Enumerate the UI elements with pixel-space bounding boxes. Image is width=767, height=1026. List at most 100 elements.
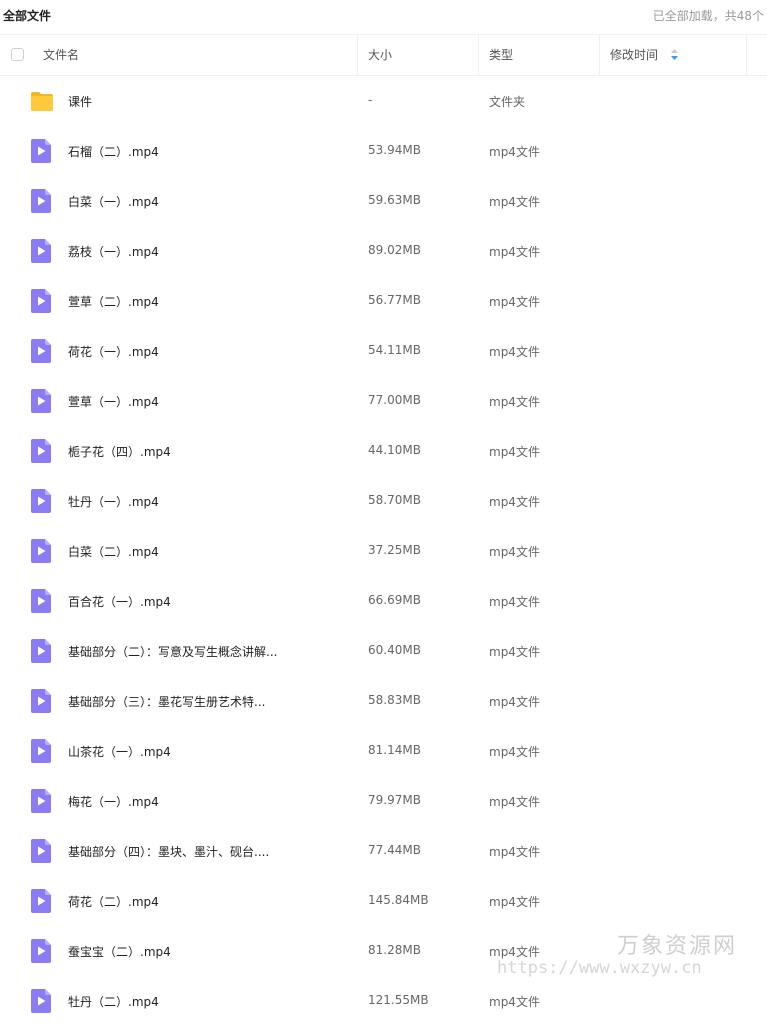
file-size: 81.28MB [368,943,421,957]
video-file-icon [31,839,53,863]
file-name[interactable]: 萱草（一）.mp4 [68,393,159,410]
file-type: mp4文件 [489,945,540,959]
file-type: mp4文件 [489,395,540,409]
file-size: 145.84MB [368,893,429,907]
file-name[interactable]: 百合花（一）.mp4 [68,593,171,610]
column-divider[interactable] [599,35,600,75]
file-name[interactable]: 萱草（二）.mp4 [68,293,159,310]
file-row[interactable]: 白菜（一）.mp4 59.63MB mp4文件 [0,176,767,226]
video-file-icon [31,889,53,913]
file-row[interactable]: 荷花（一）.mp4 54.11MB mp4文件 [0,326,767,376]
column-header-size[interactable]: 大小 [368,35,478,75]
file-size: 121.55MB [368,993,429,1007]
file-size: 58.83MB [368,693,421,707]
file-name[interactable]: 白菜（二）.mp4 [68,543,159,560]
file-row[interactable]: 萱草（二）.mp4 56.77MB mp4文件 [0,276,767,326]
file-size: - [368,93,373,107]
file-row[interactable]: 荷花（二）.mp4 145.84MB mp4文件 [0,876,767,926]
file-size: 54.11MB [368,343,421,357]
load-status-text: 已全部加载，共48个 [652,9,764,23]
file-type: mp4文件 [489,245,540,259]
file-size: 58.70MB [368,493,421,507]
file-name[interactable]: 基础部分（二）：写意及写生概念讲解... [68,643,277,660]
file-type: mp4文件 [489,495,540,509]
file-row[interactable]: 荔枝（一）.mp4 89.02MB mp4文件 [0,226,767,276]
file-size: 59.63MB [368,193,421,207]
file-name[interactable]: 栀子花（四）.mp4 [68,443,171,460]
file-size: 53.94MB [368,143,421,157]
column-divider[interactable] [746,35,747,75]
file-name[interactable]: 牡丹（一）.mp4 [68,493,159,510]
column-divider[interactable] [357,35,358,75]
file-row[interactable]: 牡丹（一）.mp4 58.70MB mp4文件 [0,476,767,526]
file-size: 60.40MB [368,643,421,657]
file-name[interactable]: 梅花（一）.mp4 [68,793,159,810]
column-header-modified[interactable]: 修改时间 [610,35,746,75]
file-name[interactable]: 荔枝（一）.mp4 [68,243,159,260]
video-file-icon [31,489,53,513]
video-file-icon [31,689,53,713]
top-bar: 全部文件 已全部加载，共48个 [0,0,767,30]
file-type: mp4文件 [489,595,540,609]
file-name[interactable]: 课件 [68,93,92,110]
file-size: 79.97MB [368,793,421,807]
file-type: mp4文件 [489,295,540,309]
file-name[interactable]: 基础部分（三）：墨花写生册艺术特... [68,693,265,710]
file-type: mp4文件 [489,195,540,209]
file-row[interactable]: 牡丹（二）.mp4 121.55MB mp4文件 [0,976,767,1026]
breadcrumb[interactable]: 全部文件 [3,7,51,24]
file-row[interactable]: 课件 - 文件夹 [0,76,767,126]
video-file-icon [31,239,53,263]
file-row[interactable]: 基础部分（三）：墨花写生册艺术特... 58.83MB mp4文件 [0,676,767,726]
video-file-icon [31,289,53,313]
file-name[interactable]: 山茶花（一）.mp4 [68,743,171,760]
file-type: mp4文件 [489,345,540,359]
video-file-icon [31,589,53,613]
file-size: 77.00MB [368,393,421,407]
file-type: mp4文件 [489,695,540,709]
file-row[interactable]: 栀子花（四）.mp4 44.10MB mp4文件 [0,426,767,476]
column-divider[interactable] [478,35,479,75]
video-file-icon [31,639,53,663]
sort-icon[interactable] [670,49,678,60]
file-type: mp4文件 [489,645,540,659]
file-row[interactable]: 蚕宝宝（二）.mp4 81.28MB mp4文件 [0,926,767,976]
video-file-icon [31,939,53,963]
file-row[interactable]: 白菜（二）.mp4 37.25MB mp4文件 [0,526,767,576]
file-size: 77.44MB [368,843,421,857]
folder-icon [30,90,53,114]
video-file-icon [31,739,53,763]
file-row[interactable]: 百合花（一）.mp4 66.69MB mp4文件 [0,576,767,626]
file-type: mp4文件 [489,545,540,559]
file-name[interactable]: 白菜（一）.mp4 [68,193,159,210]
file-type: mp4文件 [489,145,540,159]
column-header-name[interactable]: 文件名 [43,35,357,75]
video-file-icon [31,789,53,813]
video-file-icon [31,539,53,563]
file-row[interactable]: 石榴（二）.mp4 53.94MB mp4文件 [0,126,767,176]
file-row[interactable]: 基础部分（二）：写意及写生概念讲解... 60.40MB mp4文件 [0,626,767,676]
column-header-modified-label: 修改时间 [610,48,659,62]
file-list: 课件 - 文件夹 石榴（二）.mp4 53.94MB mp4文件 白菜（一）.mp4 59.6… [0,76,767,1026]
file-row[interactable]: 萱草（一）.mp4 77.00MB mp4文件 [0,376,767,426]
file-type: mp4文件 [489,745,540,759]
video-file-icon [31,339,53,363]
file-row[interactable]: 山茶花（一）.mp4 81.14MB mp4文件 [0,726,767,776]
video-file-icon [31,439,53,463]
video-file-icon [31,389,53,413]
file-type: mp4文件 [489,445,540,459]
file-row[interactable]: 基础部分（四）：墨块、墨汁、砚台.... 77.44MB mp4文件 [0,826,767,876]
file-name[interactable]: 石榴（二）.mp4 [68,143,159,160]
file-size: 89.02MB [368,243,421,257]
file-name[interactable]: 基础部分（四）：墨块、墨汁、砚台.... [68,843,269,860]
column-header-type[interactable]: 类型 [489,35,599,75]
file-name[interactable]: 荷花（二）.mp4 [68,893,159,910]
file-name[interactable]: 蚕宝宝（二）.mp4 [68,943,171,960]
select-all-checkbox[interactable] [11,48,24,61]
file-name[interactable]: 荷花（一）.mp4 [68,343,159,360]
file-row[interactable]: 梅花（一）.mp4 79.97MB mp4文件 [0,776,767,826]
video-file-icon [31,139,53,163]
file-size: 56.77MB [368,293,421,307]
file-table-header: 文件名 大小 类型 修改时间 [0,34,767,76]
file-size: 66.69MB [368,593,421,607]
